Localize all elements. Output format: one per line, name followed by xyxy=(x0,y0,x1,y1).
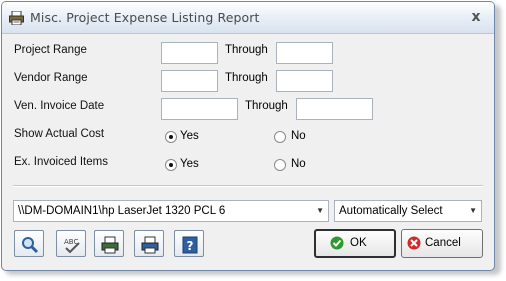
preview-icon xyxy=(22,237,39,254)
invoice-date-from-input[interactable] xyxy=(161,98,238,120)
project-range-label: Project Range xyxy=(14,44,87,56)
ok-button[interactable]: OK xyxy=(314,229,396,258)
invoice-date-through-label: Through xyxy=(245,100,288,112)
show-actual-cost-no-label[interactable]: No xyxy=(291,130,306,142)
print-setup-button[interactable] xyxy=(134,230,164,257)
print-icon xyxy=(101,236,119,254)
printer-select[interactable]: \\DM-DOMAIN1\hp LaserJet 1320 PCL 6 ▼ xyxy=(13,200,329,222)
svg-text:?: ? xyxy=(187,239,194,253)
ex-invoiced-items-yes-label[interactable]: Yes xyxy=(180,158,199,170)
chevron-down-icon[interactable]: ▼ xyxy=(469,201,477,221)
vendor-range-label: Vendor Range xyxy=(14,72,88,84)
tray-select[interactable]: Automatically Select ▼ xyxy=(334,200,482,222)
cancel-label: Cancel xyxy=(425,237,461,249)
vendor-range-through-label: Through xyxy=(225,72,268,84)
vendor-range-to-input[interactable] xyxy=(276,70,333,92)
invoice-date-label: Ven. Invoice Date xyxy=(14,100,105,112)
spellcheck-button[interactable]: ABC xyxy=(56,230,86,257)
show-actual-cost-label: Show Actual Cost xyxy=(14,128,105,140)
tray-select-value: Automatically Select xyxy=(339,205,443,217)
spellcheck-icon: ABC xyxy=(64,238,80,254)
ex-invoiced-items-no-radio[interactable] xyxy=(274,159,286,171)
report-dialog: Misc. Project Expense Listing Report x P… xyxy=(1,1,495,271)
ex-invoiced-items-no-label[interactable]: No xyxy=(291,158,306,170)
chevron-down-icon[interactable]: ▼ xyxy=(316,201,324,221)
help-button[interactable]: ? xyxy=(174,230,204,257)
invoice-date-to-input[interactable] xyxy=(296,98,373,120)
print-button[interactable] xyxy=(94,230,124,257)
window-title: Misc. Project Expense Listing Report xyxy=(30,10,260,25)
cancel-x-icon xyxy=(407,236,421,250)
project-range-from-input[interactable] xyxy=(161,42,218,64)
ex-invoiced-items-label: Ex. Invoiced Items xyxy=(14,156,108,168)
title-bar[interactable]: Misc. Project Expense Listing Report x xyxy=(2,2,494,34)
vendor-range-from-input[interactable] xyxy=(161,70,218,92)
ok-label: OK xyxy=(350,237,367,249)
preview-button[interactable] xyxy=(14,230,44,257)
project-range-through-label: Through xyxy=(225,44,268,56)
cancel-button[interactable]: Cancel xyxy=(401,229,483,258)
close-button[interactable]: x xyxy=(468,9,484,25)
help-icon: ? xyxy=(182,236,198,254)
printer-select-value: \\DM-DOMAIN1\hp LaserJet 1320 PCL 6 xyxy=(18,205,226,217)
ex-invoiced-items-yes-radio[interactable] xyxy=(165,159,177,171)
print-setup-icon xyxy=(141,236,159,254)
show-actual-cost-yes-label[interactable]: Yes xyxy=(180,130,199,142)
ok-check-icon xyxy=(330,236,344,250)
show-actual-cost-yes-radio[interactable] xyxy=(165,131,177,143)
show-actual-cost-no-radio[interactable] xyxy=(274,131,286,143)
printer-icon xyxy=(9,11,24,25)
separator xyxy=(13,185,483,187)
project-range-to-input[interactable] xyxy=(276,42,333,64)
